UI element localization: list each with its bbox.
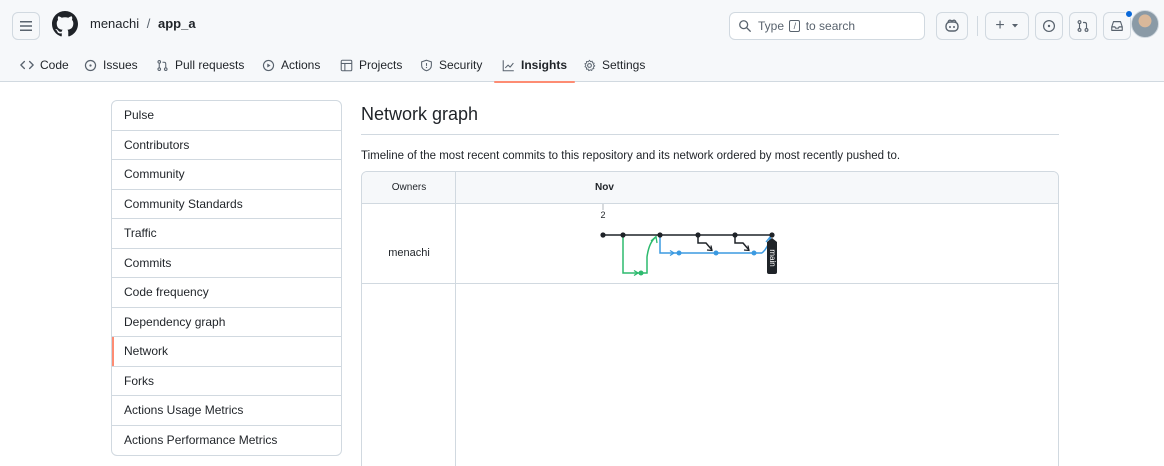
insights-sidebar: Pulse Contributors Community Community S… — [111, 100, 342, 456]
tab-label: Insights — [521, 58, 568, 72]
page-title: Network graph — [361, 104, 479, 124]
tab-settings[interactable]: Settings — [583, 48, 645, 82]
branch-label-main[interactable]: main — [767, 238, 777, 274]
menu-button[interactable] — [12, 12, 40, 40]
triangle-down-icon — [1011, 24, 1018, 28]
issues-button[interactable] — [1035, 12, 1063, 40]
blue-branch — [659, 235, 773, 257]
git-pull-request-icon — [1077, 20, 1089, 32]
tab-label: Code — [40, 58, 69, 72]
sidebar-item-actions-usage-metrics[interactable]: Actions Usage Metrics — [112, 396, 341, 426]
tab-insights[interactable]: Insights — [493, 48, 576, 83]
inbox-button[interactable] — [1103, 10, 1133, 40]
app-header: menachi / app_a Type / to search + Code … — [0, 0, 1164, 83]
network-graph[interactable]: Owners Nov menachi 2 main — [361, 171, 1059, 466]
tab-issues[interactable]: Issues — [84, 48, 138, 82]
network-graph-canvas: 2 main — [600, 204, 777, 277]
commit-dot[interactable] — [751, 250, 757, 256]
tab-projects[interactable]: Projects — [340, 48, 402, 82]
search-placeholder-prefix: Type — [758, 19, 785, 33]
shield-icon — [420, 59, 433, 72]
git-pull-request-icon — [156, 59, 169, 72]
header-divider — [977, 16, 978, 36]
page-description: Timeline of the most recent commits to t… — [361, 150, 901, 162]
table-icon — [340, 59, 353, 72]
commit-dot[interactable] — [620, 232, 626, 238]
tab-pull-requests[interactable]: Pull requests — [156, 48, 244, 82]
breadcrumb: menachi / app_a — [90, 16, 196, 31]
tab-security[interactable]: Security — [420, 48, 482, 82]
repo-nav-tabs: Code Issues Pull requests Actions Projec… — [0, 48, 1164, 83]
main-branch — [600, 232, 775, 252]
sidebar-item-community-standards[interactable]: Community Standards — [112, 190, 341, 219]
inbox-icon — [1111, 21, 1123, 31]
commit-dot[interactable] — [600, 232, 606, 238]
sidebar-item-actions-performance-metrics[interactable]: Actions Performance Metrics — [112, 426, 341, 456]
search-icon — [739, 20, 751, 32]
sidebar-item-traffic[interactable]: Traffic — [112, 219, 341, 249]
breadcrumb-repo[interactable]: app_a — [158, 16, 196, 31]
copilot-icon — [945, 19, 959, 32]
commit-dot[interactable] — [713, 250, 719, 256]
commit-dot[interactable] — [769, 232, 775, 238]
commit-dot[interactable] — [732, 232, 738, 238]
plus-icon: + — [995, 17, 1005, 34]
commit-dot[interactable] — [695, 232, 701, 238]
tab-actions[interactable]: Actions — [262, 48, 320, 82]
title-divider — [361, 134, 1059, 135]
search-placeholder-suffix: to search — [805, 19, 856, 33]
top-bar: menachi / app_a Type / to search + — [0, 0, 1164, 48]
code-icon — [20, 59, 34, 71]
day-label: 2 — [600, 210, 605, 220]
branch-label-text: main — [768, 249, 777, 266]
gear-icon — [583, 59, 596, 72]
sidebar-item-forks[interactable]: Forks — [112, 367, 341, 396]
play-icon — [262, 59, 275, 72]
hamburger-icon — [20, 21, 32, 31]
tab-code[interactable]: Code — [20, 48, 69, 82]
copilot-button[interactable] — [936, 12, 968, 40]
issue-opened-icon — [84, 59, 97, 72]
sidebar-item-dependency-graph[interactable]: Dependency graph — [112, 308, 341, 337]
tab-label: Projects — [359, 58, 403, 72]
tab-label: Security — [439, 58, 483, 72]
commit-dot[interactable] — [638, 270, 644, 276]
sidebar-item-community[interactable]: Community — [112, 160, 341, 190]
breadcrumb-owner[interactable]: menachi — [90, 16, 139, 31]
issue-opened-icon — [1042, 19, 1056, 33]
tab-label: Actions — [281, 58, 321, 72]
sidebar-item-contributors[interactable]: Contributors — [112, 131, 341, 160]
sidebar-item-network[interactable]: Network — [112, 337, 341, 367]
create-new-button[interactable]: + — [985, 12, 1029, 40]
pull-requests-button[interactable] — [1069, 12, 1097, 40]
breadcrumb-separator: / — [146, 16, 151, 31]
graph-icon — [502, 59, 515, 72]
commit-dot[interactable] — [657, 232, 663, 238]
tab-label: Issues — [103, 58, 138, 72]
sidebar-item-pulse[interactable]: Pulse — [112, 101, 341, 131]
tab-label: Pull requests — [175, 58, 245, 72]
sidebar-item-code-frequency[interactable]: Code frequency — [112, 278, 341, 308]
sidebar-item-commits[interactable]: Commits — [112, 249, 341, 278]
commit-dot[interactable] — [676, 250, 682, 256]
search-input[interactable]: Type / to search — [729, 12, 925, 40]
tab-label: Settings — [602, 58, 646, 72]
github-logo-icon[interactable] — [52, 11, 78, 37]
search-shortcut-key: / — [789, 20, 801, 32]
avatar[interactable] — [1131, 10, 1159, 38]
green-branch — [622, 235, 658, 277]
